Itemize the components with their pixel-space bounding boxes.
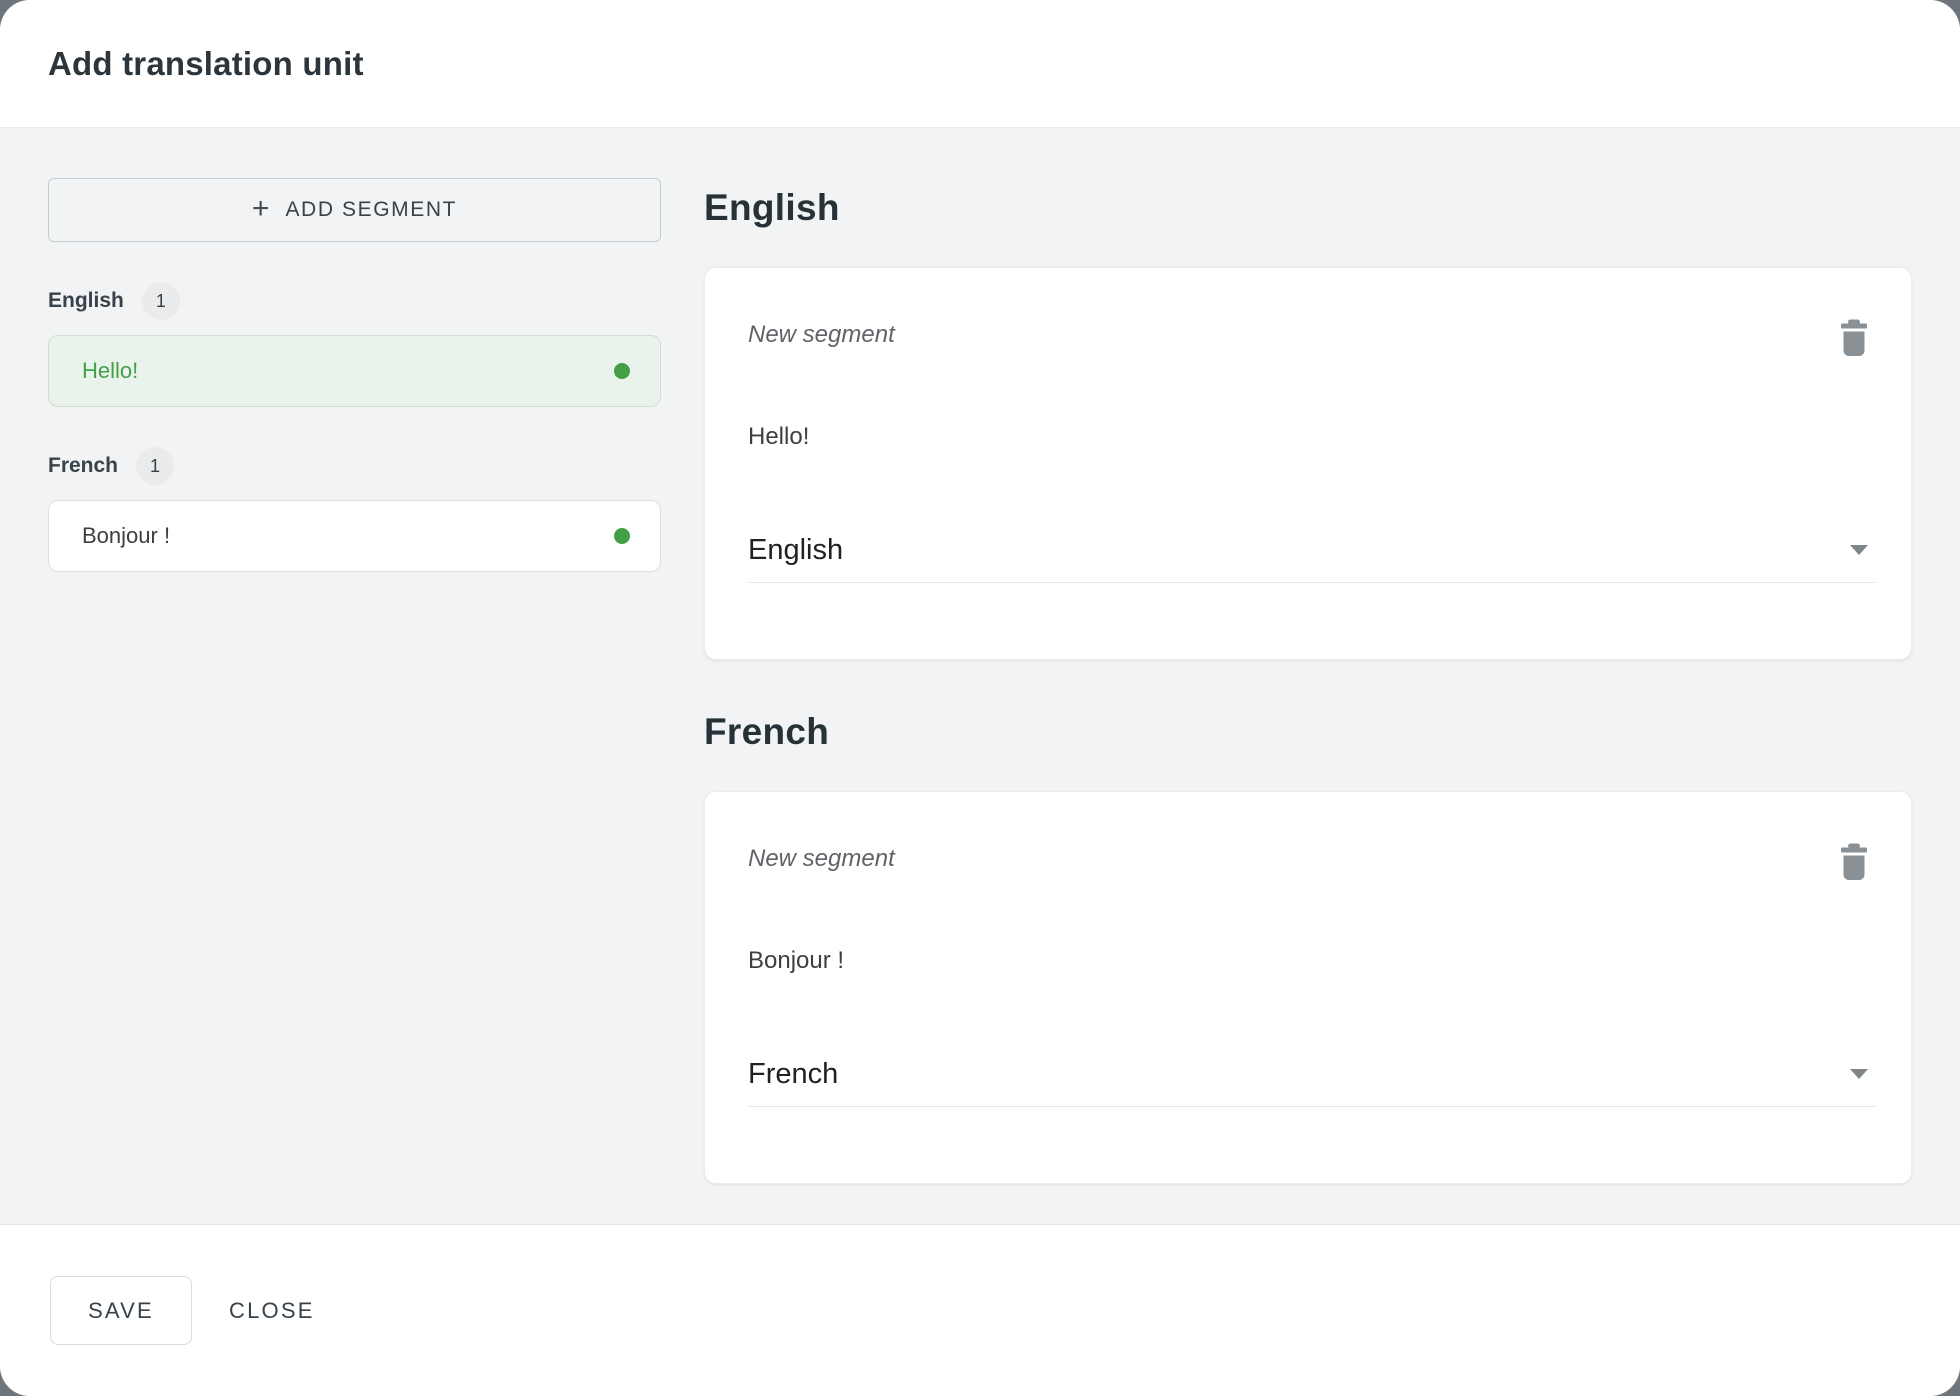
trash-icon bbox=[1839, 319, 1869, 357]
segment-editor-panel: English New segment Hello! English bbox=[704, 128, 1912, 1224]
add-translation-unit-dialog: Add translation unit + ADD SEGMENT Engli… bbox=[0, 0, 1960, 1396]
status-dot-icon bbox=[614, 363, 630, 379]
language-select[interactable]: English bbox=[748, 532, 1876, 583]
unit-heading-english: English bbox=[704, 186, 1912, 230]
segment-card-english: New segment Hello! English bbox=[704, 267, 1912, 660]
chevron-down-icon bbox=[1850, 545, 1868, 555]
dialog-footer: SAVE CLOSE bbox=[0, 1224, 1960, 1396]
language-group-header-english: English 1 bbox=[48, 282, 661, 320]
segment-chip-french[interactable]: Bonjour ! bbox=[48, 500, 661, 572]
segment-text-field[interactable]: Bonjour ! bbox=[748, 946, 1876, 976]
language-group-header-french: French 1 bbox=[48, 447, 661, 485]
delete-segment-button[interactable] bbox=[1832, 840, 1876, 884]
delete-segment-button[interactable] bbox=[1832, 316, 1876, 360]
add-segment-label: ADD SEGMENT bbox=[285, 198, 457, 222]
status-dot-icon bbox=[614, 528, 630, 544]
segments-sidebar: + ADD SEGMENT English 1 Hello! French 1 … bbox=[48, 128, 661, 1224]
unit-heading-french: French bbox=[704, 710, 1912, 754]
new-segment-label: New segment bbox=[748, 320, 895, 350]
segment-count-badge: 1 bbox=[142, 282, 180, 320]
card-head: New segment bbox=[748, 844, 1876, 884]
language-select[interactable]: French bbox=[748, 1056, 1876, 1107]
save-button[interactable]: SAVE bbox=[50, 1276, 192, 1345]
language-select-value: French bbox=[748, 1056, 838, 1092]
trash-icon bbox=[1839, 843, 1869, 881]
segment-chip-text: Hello! bbox=[82, 358, 138, 384]
segment-text-field[interactable]: Hello! bbox=[748, 422, 1876, 452]
chevron-down-icon bbox=[1850, 1069, 1868, 1079]
card-head: New segment bbox=[748, 320, 1876, 360]
dialog-header: Add translation unit bbox=[0, 0, 1960, 127]
dialog-content: + ADD SEGMENT English 1 Hello! French 1 … bbox=[0, 127, 1960, 1224]
segment-card-french: New segment Bonjour ! French bbox=[704, 791, 1912, 1184]
language-name: English bbox=[48, 289, 124, 313]
new-segment-label: New segment bbox=[748, 844, 895, 874]
segment-chip-text: Bonjour ! bbox=[82, 523, 170, 549]
dialog-title: Add translation unit bbox=[48, 45, 364, 83]
segment-chip-english[interactable]: Hello! bbox=[48, 335, 661, 407]
segment-count-badge: 1 bbox=[136, 447, 174, 485]
language-select-value: English bbox=[748, 532, 843, 568]
close-button[interactable]: CLOSE bbox=[229, 1298, 315, 1324]
add-segment-button[interactable]: + ADD SEGMENT bbox=[48, 178, 661, 242]
language-name: French bbox=[48, 454, 118, 478]
plus-icon: + bbox=[252, 194, 270, 224]
